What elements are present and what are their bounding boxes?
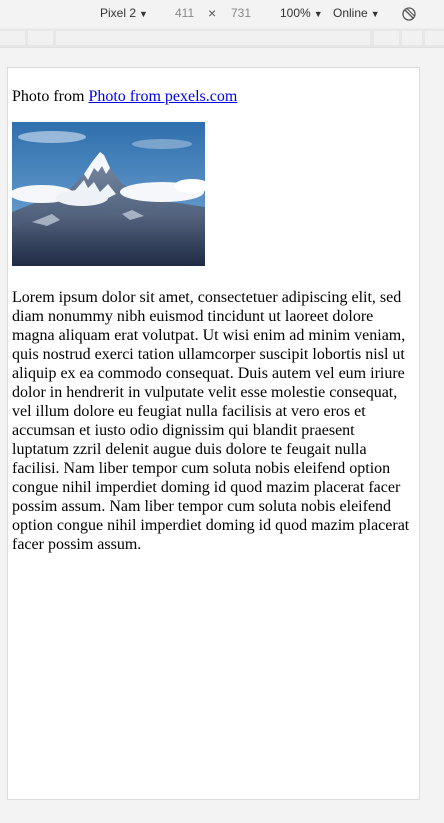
pexels-link[interactable]: Photo from pexels.com <box>88 88 237 105</box>
media-query-segment[interactable] <box>374 31 399 45</box>
media-query-bar <box>0 28 444 48</box>
dimension-separator: × <box>208 5 217 21</box>
rotate-icon <box>402 7 416 21</box>
photo-credit: Photo from Photo from pexels.com <box>12 87 415 106</box>
rotate-button[interactable] <box>401 6 417 22</box>
height-input[interactable]: 731 <box>231 6 251 20</box>
throttle-select[interactable]: Online ▼ <box>333 6 380 20</box>
device-viewport: Photo from Photo from pexels.com Lorem i… <box>7 67 420 800</box>
zoom-label: 100% <box>280 6 311 20</box>
device-label: Pixel 2 <box>100 6 137 20</box>
page-content: Photo from Photo from pexels.com Lorem i… <box>8 87 419 554</box>
zoom-dropdown-icon: ▼ <box>313 9 323 19</box>
credit-prefix: Photo from <box>12 88 89 105</box>
throttle-dropdown-icon: ▼ <box>370 9 380 19</box>
zoom-select[interactable]: 100% ▼ <box>280 6 323 20</box>
device-toolbar: Pixel 2 ▼ 411 × 731 100% ▼ Online ▼ <box>0 0 444 28</box>
throttle-label: Online <box>333 6 368 20</box>
media-query-segment[interactable] <box>0 31 25 45</box>
mountain-photo <box>12 122 205 266</box>
media-query-segment[interactable] <box>402 31 422 45</box>
media-query-segment[interactable] <box>56 31 370 45</box>
device-dropdown-icon: ▼ <box>139 9 148 19</box>
device-select[interactable]: Pixel 2 ▼ <box>100 6 148 20</box>
body-paragraph: Lorem ipsum dolor sit amet, consectetuer… <box>12 289 410 553</box>
media-query-segment[interactable] <box>28 31 53 45</box>
width-input[interactable]: 411 <box>175 6 194 20</box>
media-query-segment[interactable] <box>425 31 444 45</box>
